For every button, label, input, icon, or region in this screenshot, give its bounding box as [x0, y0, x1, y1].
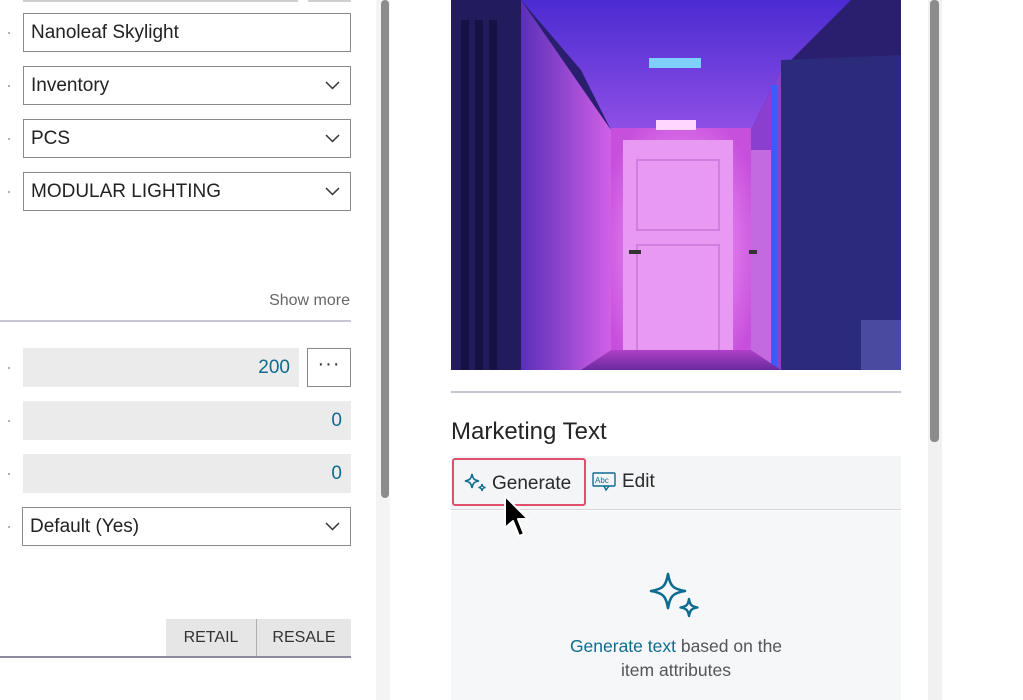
default-select[interactable]: Default (Yes)	[22, 507, 351, 546]
top-field-edge	[23, 0, 298, 2]
chevron-down-icon	[325, 522, 340, 531]
field-dot	[8, 526, 10, 528]
field-dot	[8, 138, 10, 140]
sparkle-icon	[649, 572, 699, 618]
bottom-divider	[0, 656, 351, 658]
mouse-cursor-icon	[504, 495, 529, 537]
scrollbar-thumb[interactable]	[930, 0, 939, 442]
generate-label: Generate	[492, 473, 572, 494]
type-select[interactable]: Inventory	[23, 66, 351, 105]
qty-on-purchase-field[interactable]: 0	[23, 401, 351, 440]
empty-state-text-rest: based on the	[675, 636, 783, 656]
marketing-text-title: Marketing Text	[451, 418, 607, 445]
scrollbar-thumb[interactable]	[381, 0, 389, 498]
default-value: Default (Yes)	[30, 516, 140, 537]
edit-text-icon: Abc	[592, 472, 616, 492]
field-dot	[8, 367, 10, 369]
type-value: Inventory	[31, 75, 110, 96]
show-more-link[interactable]: Show more	[240, 292, 350, 310]
top-button-edge	[308, 0, 351, 2]
field-dot	[8, 473, 10, 475]
picture-divider	[451, 391, 901, 393]
generate-text-link[interactable]: Generate text	[570, 636, 676, 656]
more-options-button[interactable]: ···	[307, 348, 351, 387]
section-divider	[0, 320, 351, 322]
empty-state-text-line2: item attributes	[621, 660, 731, 680]
unit-value: PCS	[31, 128, 71, 149]
empty-state-text: Generate text based on the	[451, 636, 901, 657]
resale-button[interactable]: RESALE	[257, 619, 351, 657]
inventory-field[interactable]: 200	[23, 348, 299, 387]
sparkle-icon	[464, 473, 486, 492]
retail-button[interactable]: RETAIL	[166, 619, 256, 657]
field-dot	[8, 85, 10, 87]
qty-on-sales-field[interactable]: 0	[23, 454, 351, 493]
field-dot	[8, 32, 10, 34]
hallway-photo	[451, 0, 901, 370]
field-dot	[8, 191, 10, 193]
field-dot	[8, 420, 10, 422]
chevron-down-icon	[325, 134, 340, 143]
description-field[interactable]: Nanoleaf Skylight	[23, 13, 351, 52]
chevron-down-icon	[325, 81, 340, 90]
chevron-down-icon	[325, 187, 340, 196]
item-picture[interactable]	[451, 0, 901, 370]
item-card-page: Nanoleaf Skylight Inventory PCS MODULAR …	[0, 0, 1023, 700]
unit-select[interactable]: PCS	[23, 119, 351, 158]
category-value: MODULAR LIGHTING	[31, 181, 222, 202]
edit-label: Edit	[622, 471, 655, 492]
category-select[interactable]: MODULAR LIGHTING	[23, 172, 351, 211]
description-value: Nanoleaf Skylight	[31, 22, 179, 43]
edit-icon-text: Abc	[595, 476, 609, 485]
